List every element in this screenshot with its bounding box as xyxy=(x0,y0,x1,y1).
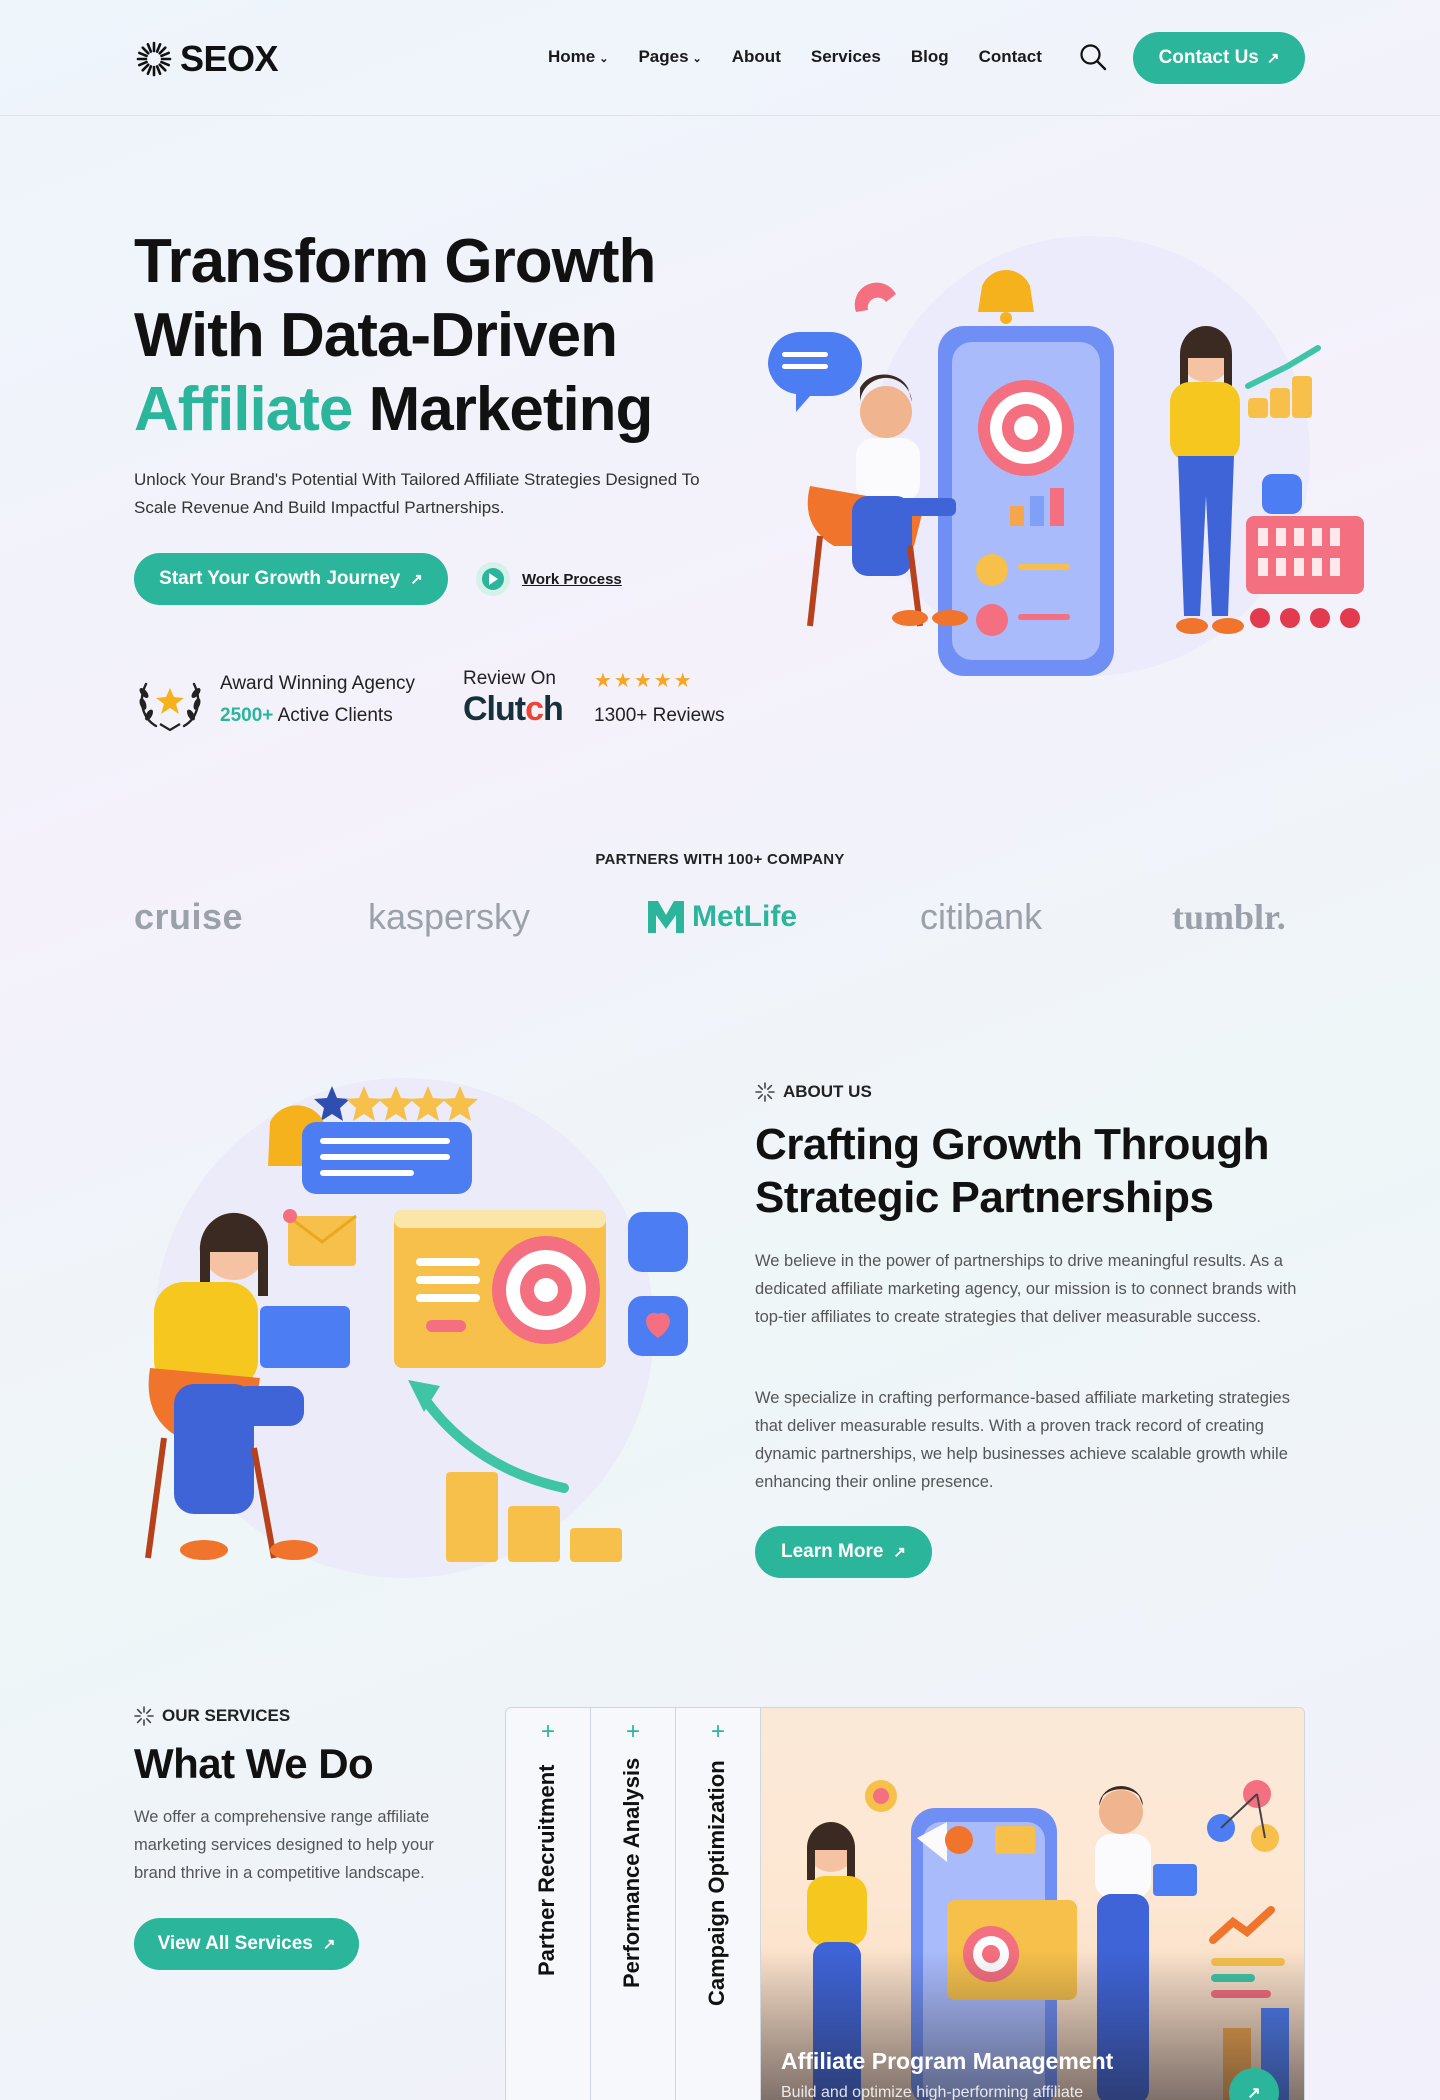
start-growth-button[interactable]: Start Your Growth Journey ↗ xyxy=(134,553,448,605)
about-paragraph-2: We specialize in crafting performance-ba… xyxy=(755,1389,1290,1491)
work-process-label: Work Process xyxy=(522,570,622,588)
start-growth-label: Start Your Growth Journey xyxy=(159,568,401,589)
metlife-m-icon xyxy=(648,901,684,933)
services-title: What We Do xyxy=(134,1740,374,1787)
clients-label: Active Clients xyxy=(277,705,393,726)
chevron-down-icon: ⌄ xyxy=(599,52,609,65)
rating: ★★★★★ 1300+ Reviews xyxy=(594,668,724,727)
about-tag: ABOUT US xyxy=(755,1082,872,1102)
nav-services[interactable]: Services xyxy=(811,47,881,67)
nav-about[interactable]: About xyxy=(732,47,781,67)
award-badge: Award Winning Agency 2500+ Active Client… xyxy=(134,664,415,736)
hero-illustration xyxy=(768,236,1364,676)
service-tab-performance-analysis[interactable]: + Performance Analysis xyxy=(591,1708,676,2100)
contact-us-label: Contact Us xyxy=(1158,47,1259,68)
nav-home[interactable]: Home ⌄ xyxy=(548,47,608,67)
partner-logo-citibank: citibank xyxy=(920,896,1043,937)
chevron-down-icon: ⌄ xyxy=(692,52,702,65)
partner-logo-kaspersky: kaspersky xyxy=(368,896,531,937)
rating-stars-icon: ★★★★★ xyxy=(594,670,694,692)
service-tab-label: Performance Analysis xyxy=(619,1757,644,1988)
services-tag: OUR SERVICES xyxy=(134,1706,290,1726)
nav-contact[interactable]: Contact xyxy=(979,47,1042,67)
nav-contact-label: Contact xyxy=(978,47,1042,66)
service-tab-label: Campaign Optimization xyxy=(704,1760,729,2006)
arrow-up-right-icon: ↗ xyxy=(410,571,423,588)
about-paragraph-1: We believe in the power of partnerships … xyxy=(755,1252,1297,1326)
featured-service-title: Affiliate Program Management xyxy=(781,2048,1114,2074)
search-icon[interactable] xyxy=(1078,42,1108,72)
hero-title: Transform Growth With Data-Driven Affili… xyxy=(134,225,774,447)
services-accordion: + Partner Recruitment + Performance Anal… xyxy=(505,1707,1305,2100)
contact-us-button[interactable]: Contact Us ↗ xyxy=(1133,32,1305,84)
burst-icon xyxy=(755,1082,775,1102)
partner-logo-metlife: MetLife xyxy=(648,900,797,934)
featured-service-desc: Build and optimize high-performing affil… xyxy=(781,2084,1084,2100)
clutch-review: Review On Clutch xyxy=(463,668,564,728)
logo-text: SEOX xyxy=(180,38,279,79)
learn-more-button[interactable]: Learn More ↗ xyxy=(755,1526,932,1578)
clutch-review-label: Review On xyxy=(463,668,556,689)
nav-about-label: About xyxy=(731,47,781,66)
hero-title-end: Marketing xyxy=(368,375,654,444)
site-header: SEOX Home ⌄ Pages ⌄ About Services Blog … xyxy=(0,0,1440,116)
partner-logo-cruise: cruise xyxy=(134,896,244,937)
arrow-up-right-icon: ↗ xyxy=(322,1936,336,1953)
logo-burst-icon xyxy=(136,41,172,77)
hero-title-line2: With Data-Driven xyxy=(134,301,618,370)
about-tag-label: ABOUT US xyxy=(783,1082,872,1101)
service-featured-card[interactable]: Affiliate Program Management Build and o… xyxy=(761,1708,1304,2100)
service-tab-campaign-optimization[interactable]: + Campaign Optimization xyxy=(676,1708,761,2100)
arrow-up-right-icon: ↗ xyxy=(893,1544,906,1561)
view-all-services-button[interactable]: View All Services ↗ xyxy=(134,1918,359,1970)
plus-icon: + xyxy=(625,1718,640,1745)
arrow-up-right-icon: ↗ xyxy=(1266,50,1280,67)
hero-subtitle: Unlock Your Brand's Potential With Tailo… xyxy=(134,470,700,517)
play-icon xyxy=(476,562,510,596)
burst-icon xyxy=(134,1706,154,1726)
service-tab-partner-recruitment[interactable]: + Partner Recruitment xyxy=(506,1708,591,2100)
main-nav: Home ⌄ Pages ⌄ About Services Blog Conta… xyxy=(548,47,1042,67)
about-title: Crafting Growth Through Strategic Partne… xyxy=(755,1120,1269,1222)
view-all-services-label: View All Services xyxy=(157,1933,313,1954)
award-title: Award Winning Agency xyxy=(220,673,416,694)
services-description: We offer a comprehensive range affiliate… xyxy=(134,1808,434,1882)
nav-services-label: Services xyxy=(810,47,881,66)
card-gradient-overlay xyxy=(761,1950,1304,2100)
services-tag-label: OUR SERVICES xyxy=(162,1706,291,1725)
logo[interactable]: SEOX xyxy=(134,38,279,80)
nav-pages-label: Pages xyxy=(638,47,689,66)
nav-home-label: Home xyxy=(548,47,596,66)
learn-more-label: Learn More xyxy=(781,1541,884,1562)
work-process-link[interactable]: Work Process xyxy=(476,562,622,596)
plus-icon: + xyxy=(540,1718,555,1745)
hero-title-accent: Affiliate xyxy=(134,375,353,444)
partner-logo-tumblr: tumblr. xyxy=(1172,897,1286,937)
hero-title-line1: Transform Growth xyxy=(134,227,656,296)
metlife-text: MetLife xyxy=(692,900,797,933)
nav-pages[interactable]: Pages ⌄ xyxy=(638,47,701,67)
reviews-count: 1300+ Reviews xyxy=(594,705,725,726)
laurel-star-icon xyxy=(139,682,201,732)
nav-blog-label: Blog xyxy=(910,47,949,66)
clients-count: 2500+ xyxy=(220,705,274,726)
plus-icon: + xyxy=(710,1718,725,1745)
nav-blog[interactable]: Blog xyxy=(911,47,949,67)
clutch-logo[interactable]: Clutch xyxy=(463,690,564,728)
about-illustration xyxy=(145,1078,688,1578)
service-tab-label: Partner Recruitment xyxy=(534,1764,559,1976)
partners-title: PARTNERS WITH 100+ COMPANY xyxy=(595,851,845,868)
